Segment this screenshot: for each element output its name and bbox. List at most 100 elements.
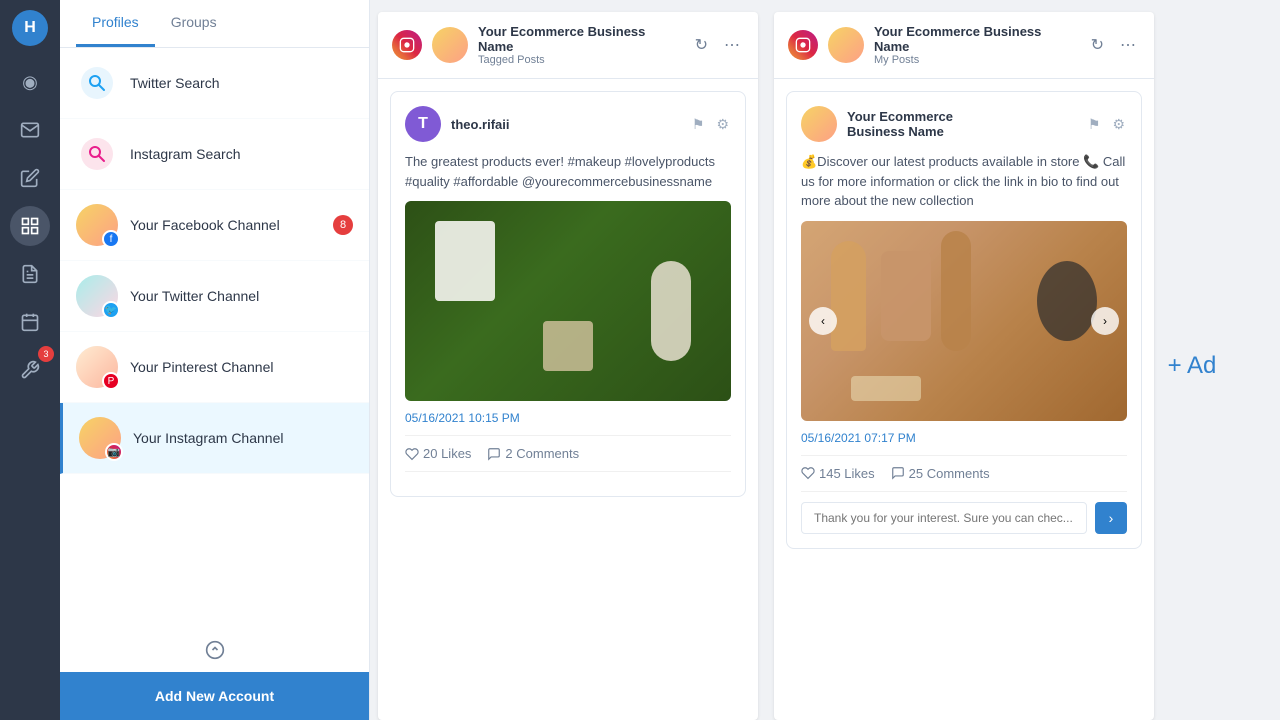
instagram-badge-icon: 📷 [105,443,123,461]
sidebar-list: Twitter Search Instagram Search [60,48,369,628]
post-2-stats: 145 Likes 25 Comments [801,455,1127,492]
col1-refresh-btn[interactable]: ↻ [691,31,712,59]
post-2-likes-count: 145 Likes [819,466,875,481]
column-my-posts: Your Ecommerce Business Name My Posts ↻ … [774,12,1154,720]
col1-info: Your Ecommerce Business Name Tagged Post… [478,24,681,66]
image-nav-right[interactable]: › [1091,307,1119,335]
post-1-flag-btn[interactable]: ⚑ [690,114,707,135]
col1-actions: ↻ ⋯ [691,31,744,59]
sidebar-item-twitter-channel[interactable]: 🐦 Your Twitter Channel [60,261,369,332]
post-2-actions: ⚑ ⚙ [1086,114,1127,135]
nav-schedule[interactable] [10,302,50,342]
post-2-header: Your EcommerceBusiness Name ⚑ ⚙ [801,106,1127,142]
post-2-image: ‹ › [801,221,1127,421]
post-2-timestamp: 05/16/2021 07:17 PM [801,431,1127,445]
post-1-avatar: T [405,106,441,142]
instagram-search-icon-wrap [76,133,118,175]
nav-bar: H ◉ 3 [0,0,60,720]
column-2-header: Your Ecommerce Business Name My Posts ↻ … [774,12,1154,79]
post-1-likes: 20 Likes [405,446,471,461]
sidebar-item-twitter-search[interactable]: Twitter Search [60,48,369,119]
instagram-search-label: Instagram Search [130,146,353,162]
nav-tools-wrapper: 3 [10,350,50,390]
col1-platform-icon [392,30,422,60]
nav-compose[interactable] [10,158,50,198]
column-1-header: Your Ecommerce Business Name Tagged Post… [378,12,758,79]
twitter-channel-label: Your Twitter Channel [130,288,353,304]
post-2-image-bg [801,221,1127,421]
facebook-channel-avatar: f [76,204,118,246]
post-2-reply-input[interactable] [801,502,1087,534]
sidebar-item-instagram-search[interactable]: Instagram Search [60,119,369,190]
main-wrapper: Profiles Groups Twitter Search [60,0,1280,720]
instagram-channel-avatar: 📷 [79,417,121,459]
col2-platform-icon [788,30,818,60]
col2-avatar [828,27,864,63]
nav-inbox[interactable] [10,110,50,150]
post-1-image-bg [405,201,731,401]
col1-type: Tagged Posts [478,54,681,66]
post-1-comments-count: 2 Comments [505,446,579,461]
nav-dashboard[interactable]: ◉ [10,62,50,102]
post-1-header: T theo.rifaii ⚑ ⚙ [405,106,731,142]
content-area: Your Ecommerce Business Name Tagged Post… [370,0,1280,720]
post-1-stats: 20 Likes 2 Comments [405,435,731,472]
post-2-avatar [801,106,837,142]
post-2-settings-btn[interactable]: ⚙ [1110,114,1127,135]
sidebar-scroll-btn[interactable] [60,628,369,672]
column-2-body: Your EcommerceBusiness Name ⚑ ⚙ 💰Discove… [774,79,1154,720]
post-1-image [405,201,731,401]
twitter-channel-avatar: 🐦 [76,275,118,317]
post-1-timestamp: 05/16/2021 10:15 PM [405,411,731,425]
add-column-label: + Ad [1168,352,1217,380]
add-column-button[interactable]: + Ad [1162,12,1222,720]
post-2-flag-btn[interactable]: ⚑ [1086,114,1103,135]
post-2-comments-count: 25 Comments [909,466,990,481]
post-card-2: Your EcommerceBusiness Name ⚑ ⚙ 💰Discove… [786,91,1142,549]
sidebar-item-facebook-channel[interactable]: f Your Facebook Channel 8 [60,190,369,261]
col1-avatar [432,27,468,63]
facebook-unread-badge: 8 [333,215,353,235]
app-logo[interactable]: H [12,10,48,46]
pinterest-channel-label: Your Pinterest Channel [130,359,353,375]
post-1-author: theo.rifaii [451,117,680,132]
nav-reports[interactable] [10,254,50,294]
sidebar: Profiles Groups Twitter Search [60,0,370,720]
post-1-comments: 2 Comments [487,446,579,461]
col2-account-name: Your Ecommerce Business Name [874,24,1077,54]
column-1-body: T theo.rifaii ⚑ ⚙ The greatest products … [378,79,758,720]
post-2-reply-send-btn[interactable]: › [1095,502,1127,534]
facebook-badge-icon: f [102,230,120,248]
post-1-text: The greatest products ever! #makeup #lov… [405,152,731,191]
col2-more-btn[interactable]: ⋯ [1116,31,1140,59]
sidebar-tabs: Profiles Groups [60,0,369,48]
col1-more-btn[interactable]: ⋯ [720,31,744,59]
post-1-actions: ⚑ ⚙ [690,114,731,135]
tab-groups[interactable]: Groups [155,0,233,47]
col2-info: Your Ecommerce Business Name My Posts [874,24,1077,66]
nav-streams[interactable] [10,206,50,246]
twitter-badge-icon: 🐦 [102,301,120,319]
sidebar-item-instagram-channel[interactable]: 📷 Your Instagram Channel [60,403,369,474]
image-nav-left[interactable]: ‹ [809,307,837,335]
col2-actions: ↻ ⋯ [1087,31,1140,59]
add-account-button[interactable]: Add New Account [60,672,369,720]
pinterest-channel-avatar: P [76,346,118,388]
col1-account-name: Your Ecommerce Business Name [478,24,681,54]
post-1-settings-btn[interactable]: ⚙ [714,114,731,135]
facebook-channel-label: Your Facebook Channel [130,217,321,233]
post-2-author: Your EcommerceBusiness Name [847,109,1076,139]
post-2-likes: 145 Likes [801,466,875,481]
post-2-comments: 25 Comments [891,466,990,481]
col2-type: My Posts [874,54,1077,66]
tab-profiles[interactable]: Profiles [76,0,155,47]
column-tagged-posts: Your Ecommerce Business Name Tagged Post… [378,12,758,720]
col2-refresh-btn[interactable]: ↻ [1087,31,1108,59]
post-2-text: 💰Discover our latest products available … [801,152,1127,211]
post-card-1: T theo.rifaii ⚑ ⚙ The greatest products … [390,91,746,497]
twitter-search-label: Twitter Search [130,75,353,91]
twitter-search-icon-wrap [76,62,118,104]
sidebar-item-pinterest-channel[interactable]: P Your Pinterest Channel [60,332,369,403]
tools-badge: 3 [38,346,54,362]
post-1-likes-count: 20 Likes [423,446,471,461]
